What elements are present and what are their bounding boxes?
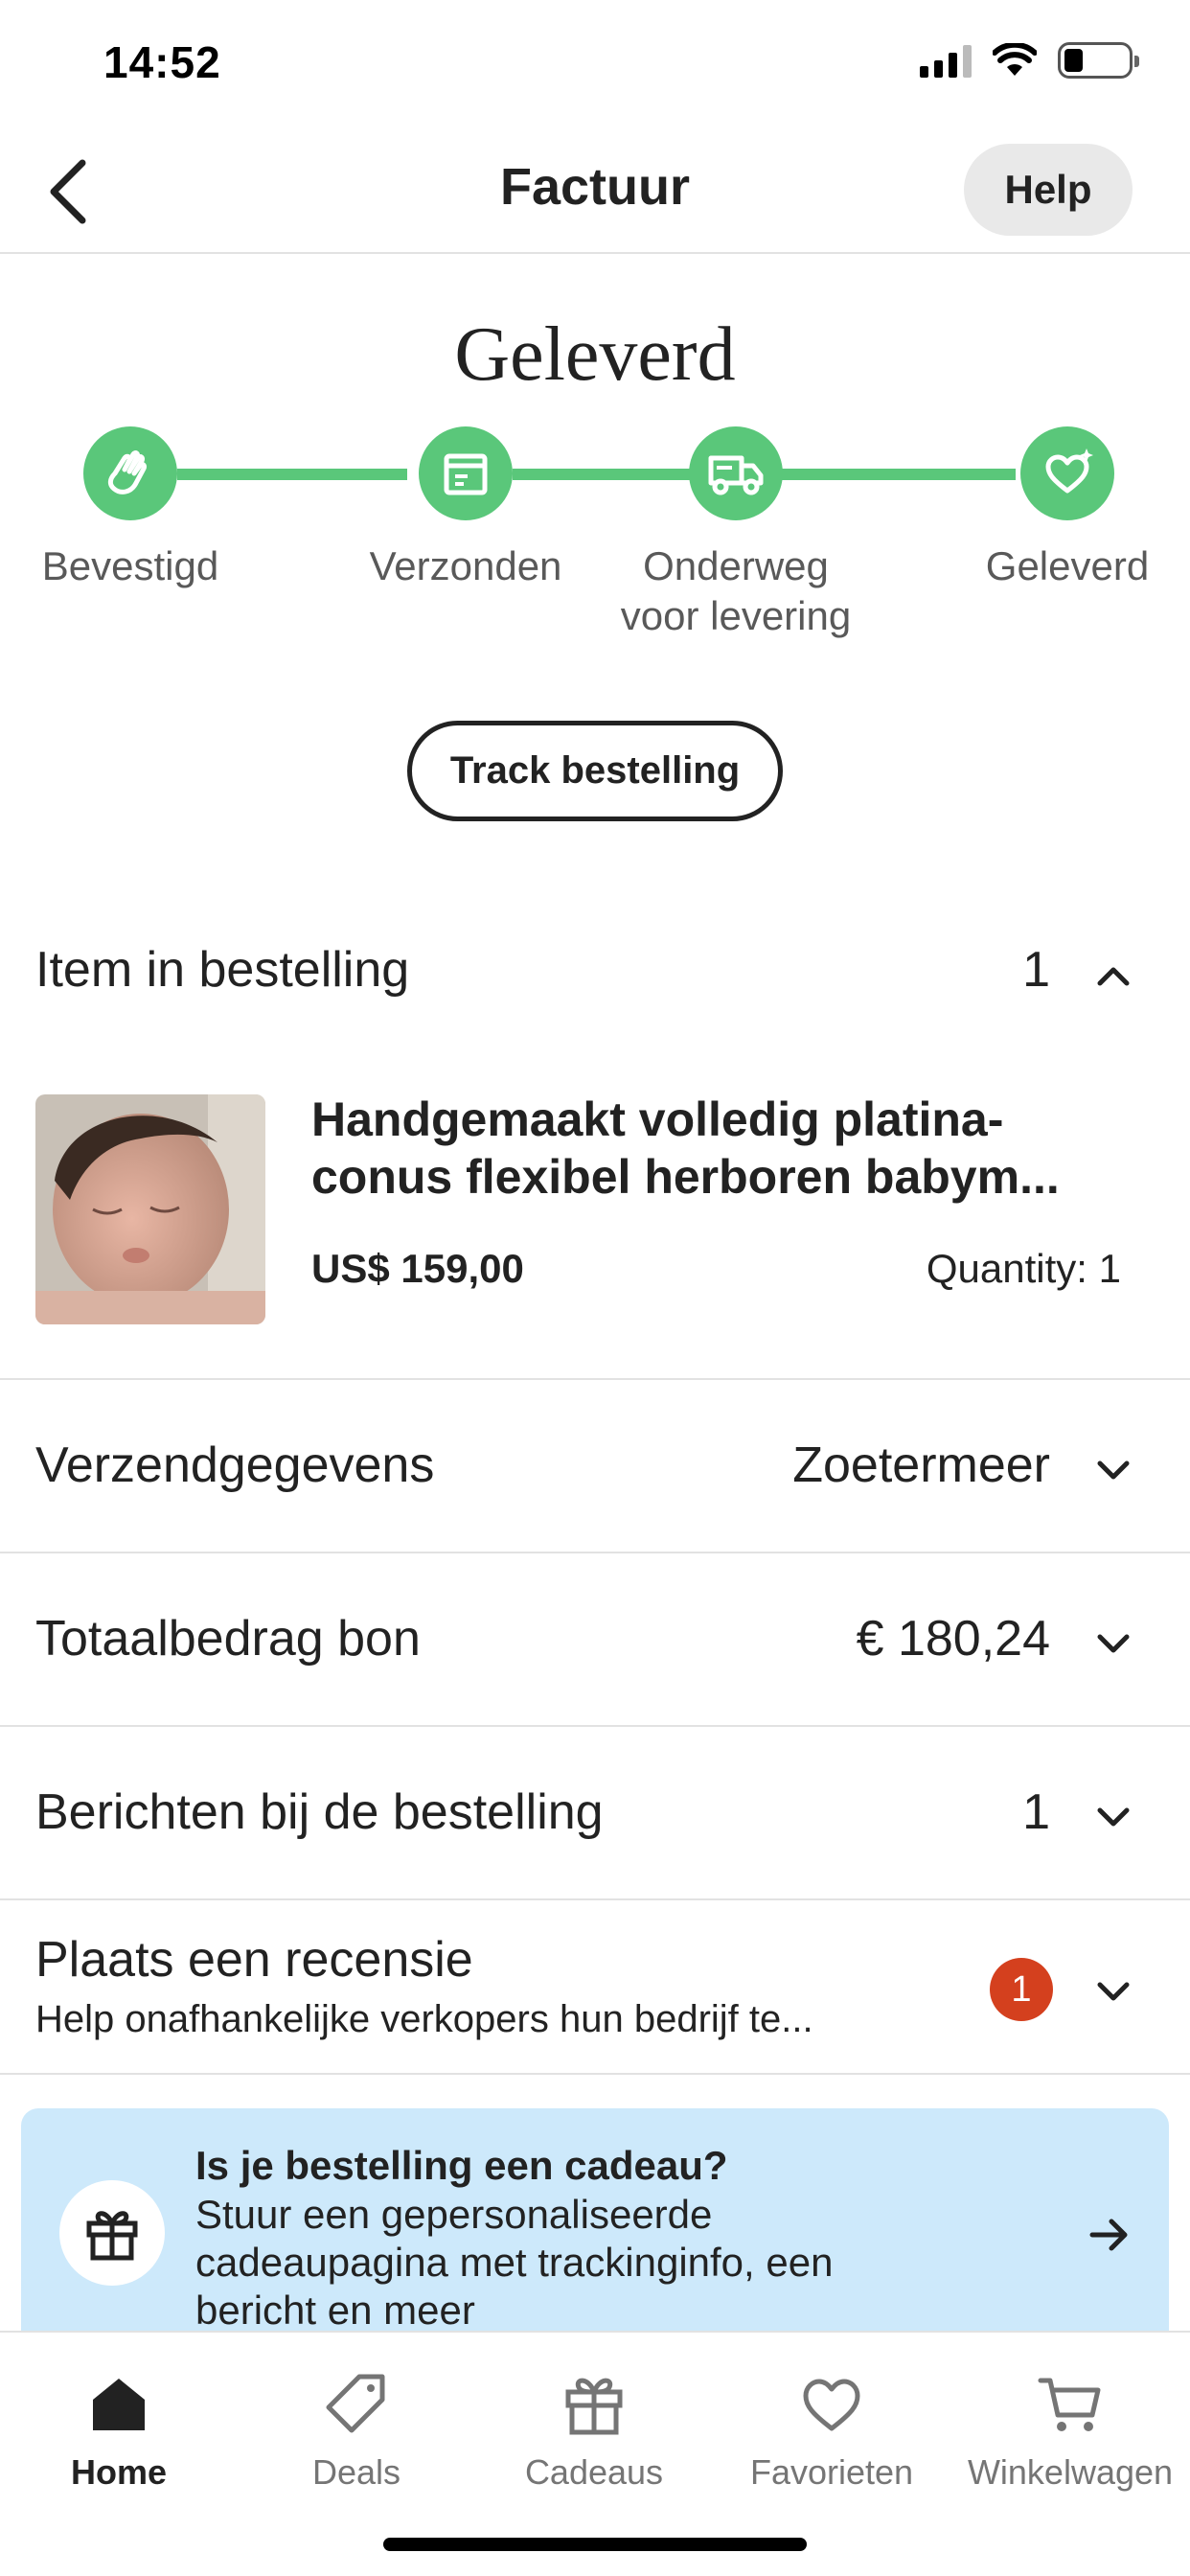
total-label: Totaalbedrag bon bbox=[35, 1611, 421, 1667]
order-progress-tracker: Bevestigd Verzonden Onderweg voor leveri… bbox=[0, 426, 1190, 656]
product-title-line: conus flexibel herboren babym... bbox=[311, 1150, 1060, 1204]
step-confirmed bbox=[83, 426, 177, 520]
delivery-truck-icon bbox=[708, 455, 764, 495]
step-out-for-delivery bbox=[689, 426, 783, 520]
total-value: € 180,24 bbox=[856, 1611, 1050, 1667]
progress-line bbox=[177, 469, 407, 480]
order-status-title: Geleverd bbox=[454, 312, 736, 397]
shipping-value: Zoetermeer bbox=[792, 1438, 1050, 1493]
tab-home[interactable]: Home bbox=[0, 2352, 238, 2496]
tab-label: Favorieten bbox=[749, 2452, 914, 2492]
tab-label: Winkelwagen bbox=[967, 2452, 1174, 2492]
items-section-label: Item in bestelling bbox=[35, 942, 410, 998]
battery-icon bbox=[1058, 42, 1139, 79]
cellular-signal-icon bbox=[920, 43, 972, 78]
product-image[interactable] bbox=[35, 1094, 265, 1324]
gift-icon-container bbox=[59, 2180, 165, 2286]
tab-gifts[interactable]: Cadeaus bbox=[475, 2352, 713, 2496]
progress-line bbox=[781, 469, 1016, 480]
home-indicator[interactable] bbox=[383, 2538, 807, 2551]
step-delivered bbox=[1020, 426, 1114, 520]
tab-favorites[interactable]: Favorieten bbox=[713, 2352, 950, 2496]
step-label: Geleverd bbox=[985, 543, 1150, 588]
step-shipped bbox=[419, 426, 513, 520]
heart-icon bbox=[803, 2379, 860, 2431]
step-label: Onderweg voor levering bbox=[602, 541, 870, 641]
gift-banner-text: Stuur een gepersonaliseerde cadeaupagina… bbox=[195, 2192, 834, 2333]
arrow-right-icon bbox=[1089, 2219, 1128, 2251]
product-quantity: Quantity: 1 bbox=[926, 1246, 1121, 1291]
shipping-label: Verzendgegevens bbox=[35, 1438, 435, 1493]
tab-label: Deals bbox=[311, 2452, 401, 2492]
track-order-button[interactable]: Track bestelling bbox=[407, 721, 783, 821]
home-icon bbox=[93, 2379, 145, 2430]
tab-cart[interactable]: Winkelwagen bbox=[950, 2352, 1190, 2496]
product-title-line: Handgemaakt volledig platina- bbox=[311, 1092, 1004, 1146]
items-section-header[interactable]: Item in bestelling 1 bbox=[0, 920, 1190, 1025]
step-label: Bevestigd bbox=[41, 543, 219, 588]
notification-badge: 1 bbox=[990, 1958, 1053, 2021]
status-icons bbox=[920, 42, 1139, 79]
items-count: 1 bbox=[1022, 942, 1050, 998]
step-label-line: voor levering bbox=[620, 593, 852, 638]
heart-sparkle-icon bbox=[1045, 448, 1093, 494]
gift-icon bbox=[565, 2378, 623, 2435]
gift-icon bbox=[86, 2211, 138, 2261]
review-title: Plaats een recensie bbox=[35, 1932, 473, 1988]
product-title[interactable]: Handgemaakt volledig platina- conus flex… bbox=[311, 1091, 1135, 1206]
chevron-down-icon bbox=[1097, 1634, 1130, 1653]
package-icon bbox=[444, 453, 488, 495]
nav-bar: Factuur Help bbox=[0, 134, 1190, 254]
product-price: US$ 159,00 bbox=[311, 1246, 524, 1291]
progress-line bbox=[513, 469, 695, 480]
chevron-up-icon bbox=[1097, 967, 1130, 986]
order-messages-row[interactable]: Berichten bij de bestelling 1 bbox=[0, 1728, 1190, 1900]
tab-label: Home bbox=[70, 2452, 168, 2492]
cart-icon bbox=[1038, 2378, 1101, 2431]
gift-banner-title: Is je bestelling een cadeau? bbox=[195, 2143, 728, 2188]
chevron-down-icon bbox=[1097, 1982, 1130, 2001]
step-label: Verzonden bbox=[369, 543, 562, 588]
status-bar: 14:52 bbox=[0, 0, 1190, 134]
tab-label: Cadeaus bbox=[524, 2452, 664, 2492]
messages-label: Berichten bij de bestelling bbox=[35, 1784, 604, 1840]
chevron-down-icon bbox=[1097, 1460, 1130, 1480]
wifi-icon bbox=[993, 43, 1037, 76]
receipt-total-row[interactable]: Totaalbedrag bon € 180,24 bbox=[0, 1554, 1190, 1727]
chevron-down-icon bbox=[1097, 1807, 1130, 1827]
tab-deals[interactable]: Deals bbox=[238, 2352, 475, 2496]
messages-count: 1 bbox=[1022, 1784, 1050, 1840]
status-time: 14:52 bbox=[103, 37, 221, 87]
leave-review-row[interactable]: Plaats een recensie Help onafhankelijke … bbox=[0, 1902, 1190, 2075]
order-item[interactable]: Handgemaakt volledig platina- conus flex… bbox=[0, 1073, 1190, 1380]
shipping-details-row[interactable]: Verzendgegevens Zoetermeer bbox=[0, 1381, 1190, 1553]
tag-icon bbox=[326, 2374, 385, 2433]
review-subtitle: Help onafhankelijke verkopers hun bedrij… bbox=[35, 1998, 813, 2040]
help-button[interactable]: Help bbox=[964, 144, 1133, 236]
step-label-line: Onderweg bbox=[643, 543, 829, 588]
gift-banner[interactable]: Is je bestelling een cadeau? Stuur een g… bbox=[21, 2108, 1169, 2358]
waving-hand-icon bbox=[107, 450, 147, 494]
